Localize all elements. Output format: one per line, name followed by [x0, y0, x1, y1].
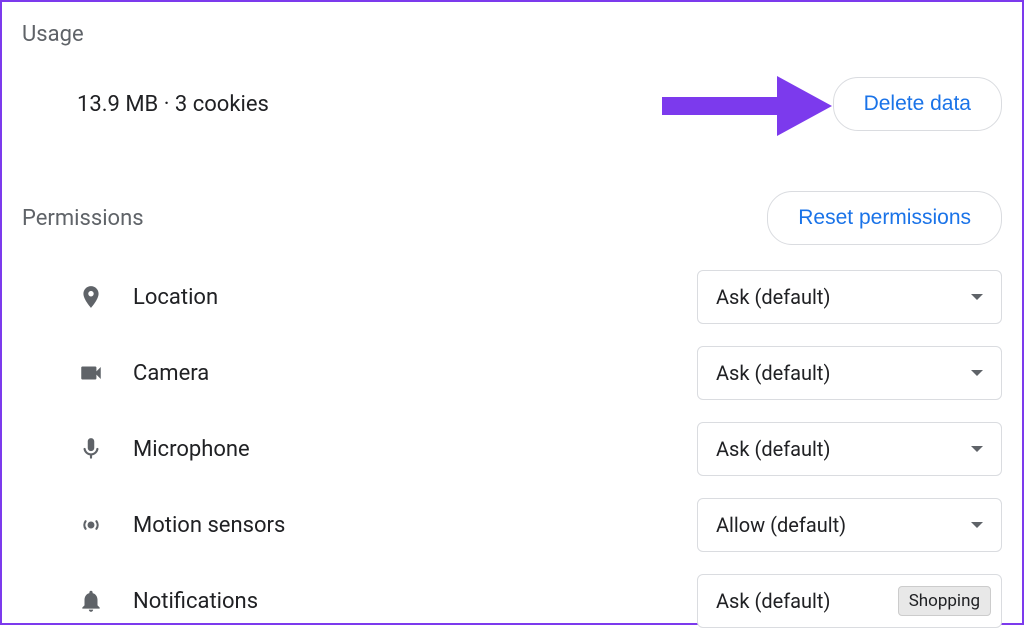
dropdown-value: Ask (default)	[716, 361, 830, 385]
permissions-header: Permissions Reset permissions	[22, 191, 1002, 245]
permission-row-location: Location Ask (default)	[22, 270, 1002, 324]
permission-left: Camera	[77, 359, 209, 387]
chevron-down-icon	[971, 522, 983, 528]
permission-label: Microphone	[133, 437, 250, 462]
permission-label: Camera	[133, 361, 209, 386]
permission-row-camera: Camera Ask (default)	[22, 346, 1002, 400]
permission-left: Microphone	[77, 435, 250, 463]
dropdown-value: Ask (default)	[716, 437, 830, 461]
notifications-icon	[77, 587, 105, 615]
dropdown-value: Ask (default)	[716, 589, 830, 613]
permission-label: Notifications	[133, 589, 258, 614]
permission-row-motion-sensors: Motion sensors Allow (default)	[22, 498, 1002, 552]
delete-data-button[interactable]: Delete data	[833, 77, 1002, 131]
permissions-title: Permissions	[22, 206, 144, 231]
shopping-tag: Shopping	[898, 586, 991, 616]
permission-row-microphone: Microphone Ask (default)	[22, 422, 1002, 476]
microphone-icon	[77, 435, 105, 463]
dropdown-value: Ask (default)	[716, 285, 830, 309]
microphone-dropdown[interactable]: Ask (default)	[697, 422, 1002, 476]
location-icon	[77, 283, 105, 311]
chevron-down-icon	[971, 370, 983, 376]
permission-label: Motion sensors	[133, 513, 285, 538]
camera-dropdown[interactable]: Ask (default)	[697, 346, 1002, 400]
motion-sensors-dropdown[interactable]: Allow (default)	[697, 498, 1002, 552]
camera-icon	[77, 359, 105, 387]
notifications-dropdown[interactable]: Ask (default) Shopping	[697, 574, 1002, 628]
permission-row-notifications: Notifications Ask (default) Shopping	[22, 574, 1002, 628]
permission-left: Notifications	[77, 587, 258, 615]
permission-left: Motion sensors	[77, 511, 285, 539]
usage-text: 13.9 MB · 3 cookies	[77, 92, 269, 117]
dropdown-value: Allow (default)	[716, 513, 846, 537]
reset-permissions-button[interactable]: Reset permissions	[767, 191, 1002, 245]
chevron-down-icon	[971, 446, 983, 452]
permission-left: Location	[77, 283, 218, 311]
permission-label: Location	[133, 285, 218, 310]
usage-row: 13.9 MB · 3 cookies Delete data	[22, 77, 1002, 131]
usage-title: Usage	[22, 22, 1002, 47]
motion-sensors-icon	[77, 511, 105, 539]
chevron-down-icon	[971, 294, 983, 300]
location-dropdown[interactable]: Ask (default)	[697, 270, 1002, 324]
